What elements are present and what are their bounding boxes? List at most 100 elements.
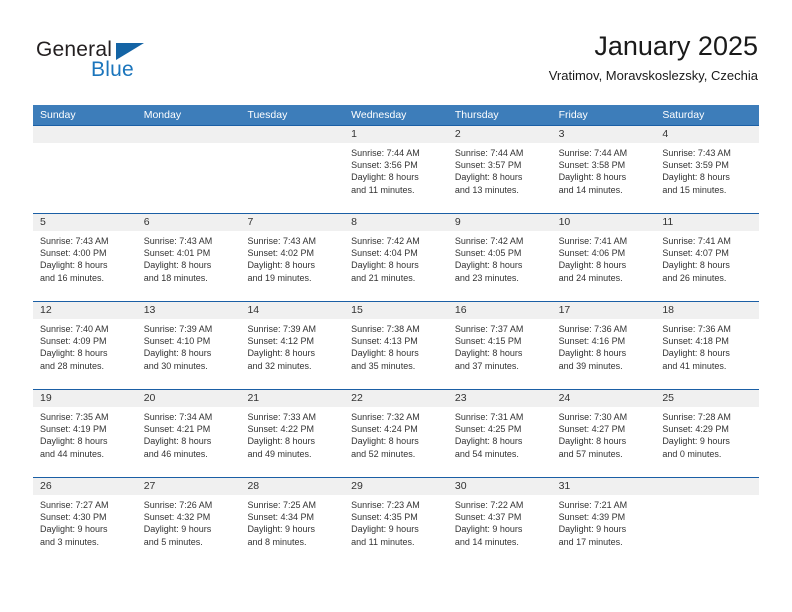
day-cell[interactable]: 7 Sunrise: 7:43 AM Sunset: 4:02 PM Daylight…	[240, 214, 345, 301]
weekday-header-friday: Friday	[558, 109, 588, 121]
day-cell[interactable]: 8 Sunrise: 7:42 AM Sunset: 4:04 PM Daylight…	[344, 214, 448, 301]
day-detail-line: and 3 minutes.	[40, 536, 100, 547]
title-block: January 2025 Vratimov, Moravskoslezsky, …	[549, 30, 758, 84]
day-cell-empty	[136, 126, 241, 213]
day-detail-line: Sunrise: 7:27 AM	[40, 500, 109, 510]
day-detail-line: Sunset: 4:37 PM	[454, 512, 522, 523]
day-detail-line: Sunset: 4:16 PM	[558, 336, 626, 347]
day-detail-line: and 28 minutes.	[40, 360, 105, 371]
general-blue-logo[interactable]: General Blue	[36, 38, 296, 90]
day-detail-line: Sunrise: 7:44 AM	[454, 148, 524, 158]
day-detail-line: Sunrise: 7:33 AM	[247, 412, 316, 422]
day-details: Sunrise: 7:44 AM Sunset: 3:58 PM Daylight:…	[552, 143, 656, 196]
day-detail-line: Sunset: 4:30 PM	[40, 512, 107, 523]
day-cell[interactable]: 30 Sunrise: 7:22 AM Sunset: 4:37 PM Dayligh…	[447, 478, 552, 567]
day-cell[interactable]: 18 Sunrise: 7:36 AM Sunset: 4:18 PM Dayligh…	[655, 302, 760, 389]
logo-text-blue: Blue	[91, 58, 134, 81]
day-detail-line: Sunset: 4:27 PM	[558, 424, 626, 435]
day-detail-line: Sunset: 4:25 PM	[454, 424, 522, 435]
day-detail-line: and 35 minutes.	[351, 360, 416, 371]
day-cell[interactable]: 6 Sunrise: 7:43 AM Sunset: 4:01 PM Daylight…	[136, 214, 241, 301]
day-number	[33, 126, 137, 143]
day-detail-line: Sunrise: 7:26 AM	[143, 500, 213, 510]
day-details: Sunrise: 7:22 AM Sunset: 4:37 PM Daylight:…	[448, 495, 552, 548]
day-number: 18	[655, 302, 760, 319]
day-cell[interactable]: 9 Sunrise: 7:42 AM Sunset: 4:05 PM Daylight…	[447, 214, 552, 301]
day-cell[interactable]: 12 Sunrise: 7:40 AM Sunset: 4:09 PM Dayligh…	[33, 302, 137, 389]
day-cell[interactable]: 20 Sunrise: 7:34 AM Sunset: 4:21 PM Dayligh…	[136, 390, 241, 477]
day-number: 22	[344, 390, 448, 407]
day-detail-line: and 32 minutes.	[247, 360, 312, 371]
day-detail-line: Sunrise: 7:43 AM	[143, 236, 213, 246]
day-detail-line: Daylight: 8 hours	[351, 436, 419, 447]
day-details	[240, 143, 344, 147]
day-detail-line: and 21 minutes.	[351, 272, 416, 283]
day-number	[655, 478, 760, 495]
day-cell[interactable]: 23 Sunrise: 7:31 AM Sunset: 4:25 PM Dayligh…	[447, 390, 552, 477]
weekday-header-thursday: Thursday	[454, 109, 499, 121]
day-detail-line: Sunrise: 7:23 AM	[351, 500, 420, 510]
weekday-header-sunday: Sunday	[40, 109, 76, 121]
day-number: 8	[344, 214, 448, 231]
day-details: Sunrise: 7:43 AM Sunset: 4:02 PM Daylight:…	[240, 231, 344, 284]
day-cell[interactable]: 3 Sunrise: 7:44 AM Sunset: 3:58 PM Daylight…	[551, 126, 656, 213]
day-number: 30	[447, 478, 552, 495]
day-cell[interactable]: 29 Sunrise: 7:23 AM Sunset: 4:35 PM Dayligh…	[344, 478, 448, 567]
day-number: 12	[33, 302, 137, 319]
day-details: Sunrise: 7:34 AM Sunset: 4:21 PM Daylight:…	[137, 407, 241, 460]
day-cell[interactable]: 27 Sunrise: 7:26 AM Sunset: 4:32 PM Dayligh…	[136, 478, 241, 567]
day-detail-line: Daylight: 9 hours	[143, 524, 212, 535]
day-cell[interactable]: 2 Sunrise: 7:44 AM Sunset: 3:57 PM Daylight…	[447, 126, 552, 213]
day-detail-line: Sunrise: 7:44 AM	[558, 148, 628, 158]
day-cell[interactable]: 28 Sunrise: 7:25 AM Sunset: 4:34 PM Dayligh…	[240, 478, 345, 567]
day-cell[interactable]: 25 Sunrise: 7:28 AM Sunset: 4:29 PM Dayligh…	[655, 390, 760, 477]
day-cell[interactable]: 11 Sunrise: 7:41 AM Sunset: 4:07 PM Dayligh…	[655, 214, 760, 301]
day-details: Sunrise: 7:41 AM Sunset: 4:07 PM Daylight:…	[655, 231, 759, 284]
day-detail-line: Daylight: 9 hours	[558, 524, 627, 535]
day-number: 27	[136, 478, 241, 495]
day-detail-line: Sunset: 4:10 PM	[143, 336, 211, 347]
day-cell[interactable]: 1 Sunrise: 7:44 AM Sunset: 3:56 PM Daylight…	[344, 126, 448, 213]
day-cell[interactable]: 22 Sunrise: 7:32 AM Sunset: 4:24 PM Dayligh…	[344, 390, 448, 477]
day-cell[interactable]: 24 Sunrise: 7:30 AM Sunset: 4:27 PM Dayligh…	[551, 390, 656, 477]
day-number	[240, 126, 345, 143]
day-detail-line: Sunset: 4:35 PM	[351, 512, 418, 523]
day-cell[interactable]: 13 Sunrise: 7:39 AM Sunset: 4:10 PM Dayligh…	[136, 302, 241, 389]
day-detail-line: and 11 minutes.	[351, 536, 415, 547]
day-details: Sunrise: 7:37 AM Sunset: 4:15 PM Daylight:…	[448, 319, 552, 372]
day-detail-line: Daylight: 8 hours	[351, 172, 419, 183]
day-detail-line: Sunrise: 7:44 AM	[351, 148, 420, 158]
day-detail-line: and 17 minutes.	[558, 536, 623, 547]
day-cell[interactable]: 17 Sunrise: 7:36 AM Sunset: 4:16 PM Dayligh…	[551, 302, 656, 389]
day-cell[interactable]: 26 Sunrise: 7:27 AM Sunset: 4:30 PM Dayligh…	[33, 478, 137, 567]
day-details: Sunrise: 7:43 AM Sunset: 3:59 PM Daylight:…	[655, 143, 759, 196]
day-cell[interactable]: 4 Sunrise: 7:43 AM Sunset: 3:59 PM Daylight…	[655, 126, 760, 213]
day-detail-line: Daylight: 8 hours	[454, 436, 523, 447]
day-detail-line: Sunrise: 7:42 AM	[454, 236, 524, 246]
day-detail-line: Daylight: 9 hours	[351, 524, 419, 535]
day-detail-line: Sunset: 4:22 PM	[247, 424, 314, 435]
day-cell[interactable]: 19 Sunrise: 7:35 AM Sunset: 4:19 PM Dayligh…	[33, 390, 137, 477]
day-detail-line: Sunrise: 7:36 AM	[558, 324, 628, 334]
day-details: Sunrise: 7:28 AM Sunset: 4:29 PM Daylight:…	[655, 407, 759, 460]
day-cell[interactable]: 5 Sunrise: 7:43 AM Sunset: 4:00 PM Daylight…	[33, 214, 137, 301]
day-detail-line: and 11 minutes.	[351, 184, 415, 195]
masthead: General Blue January 2025 Vratimov, Mora…	[0, 0, 792, 100]
day-detail-line: and 26 minutes.	[662, 272, 727, 283]
day-detail-line: and 0 minutes.	[662, 448, 722, 459]
day-detail-line: and 5 minutes.	[143, 536, 203, 547]
day-cell[interactable]: 16 Sunrise: 7:37 AM Sunset: 4:15 PM Dayligh…	[447, 302, 552, 389]
day-detail-line: and 15 minutes.	[662, 184, 727, 195]
day-detail-line: Sunset: 4:05 PM	[454, 248, 522, 259]
day-details: Sunrise: 7:44 AM Sunset: 3:56 PM Daylight:…	[344, 143, 448, 196]
day-cell[interactable]: 14 Sunrise: 7:39 AM Sunset: 4:12 PM Dayligh…	[240, 302, 345, 389]
day-cell[interactable]: 10 Sunrise: 7:41 AM Sunset: 4:06 PM Dayligh…	[551, 214, 656, 301]
day-cell[interactable]: 31 Sunrise: 7:21 AM Sunset: 4:39 PM Dayligh…	[551, 478, 656, 567]
day-details	[655, 495, 759, 499]
day-cell[interactable]: 21 Sunrise: 7:33 AM Sunset: 4:22 PM Dayligh…	[240, 390, 345, 477]
day-number: 13	[136, 302, 241, 319]
day-cell[interactable]: 15 Sunrise: 7:38 AM Sunset: 4:13 PM Dayligh…	[344, 302, 448, 389]
day-detail-line: Sunrise: 7:43 AM	[662, 148, 731, 158]
day-detail-line: Sunset: 4:19 PM	[40, 424, 107, 435]
day-number: 6	[136, 214, 241, 231]
